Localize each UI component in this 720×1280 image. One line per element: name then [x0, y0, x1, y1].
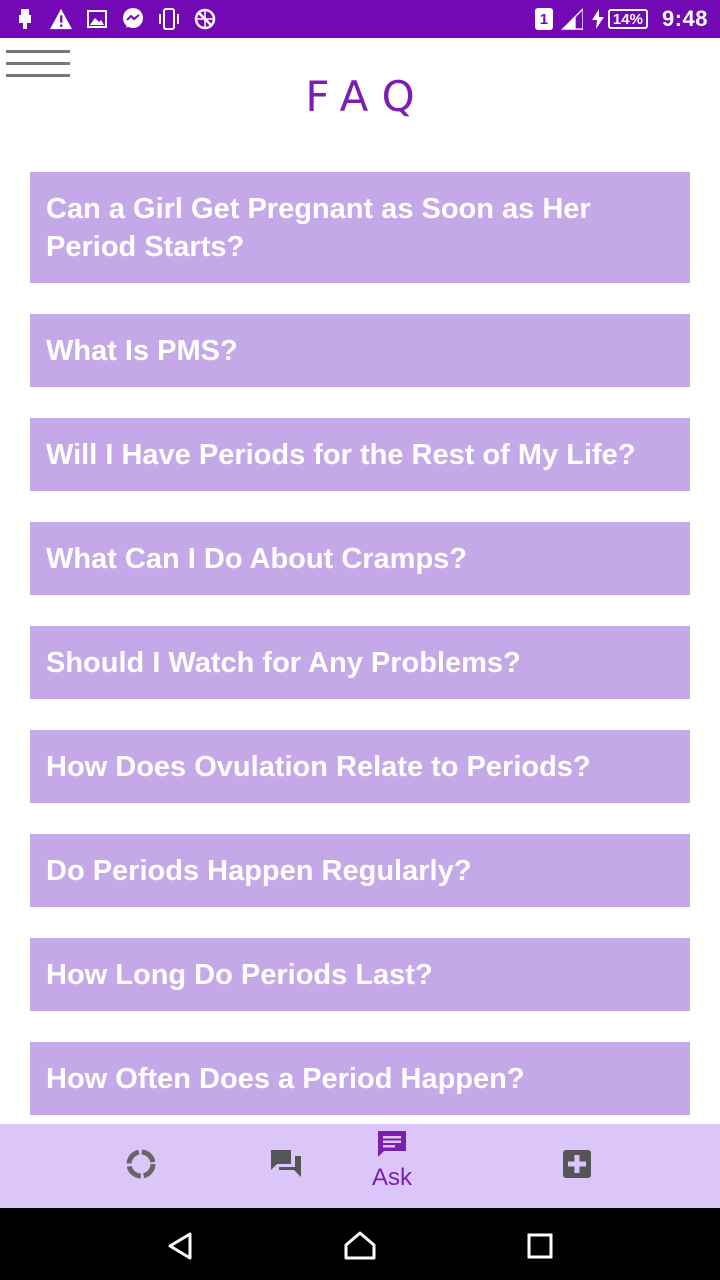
messenger-icon [122, 8, 144, 30]
tab-ask-label: Ask [371, 1163, 412, 1191]
faq-item[interactable]: How Does Ovulation Relate to Periods? [30, 730, 690, 803]
faq-item-label: How Does Ovulation Relate to Periods? [46, 750, 591, 783]
usb-icon [14, 8, 36, 30]
bottom-tab-bar: Ask [0, 1124, 720, 1208]
battery-indicator: 14% [591, 8, 648, 30]
faq-item[interactable]: What Can I Do About Cramps? [30, 522, 690, 595]
faq-item[interactable]: Do Periods Happen Regularly? [30, 834, 690, 907]
cycle-icon [124, 1147, 158, 1186]
battery-percent: 14% [607, 9, 648, 29]
warning-icon [50, 8, 72, 30]
system-nav-bar [0, 1208, 720, 1280]
faq-item-label: How Often Does a Period Happen? [46, 1062, 525, 1095]
faq-item-label: How Long Do Periods Last? [46, 958, 433, 991]
faq-item[interactable]: How Often Does a Period Happen? [30, 1042, 690, 1115]
tab-cycle[interactable] [81, 1124, 201, 1208]
charging-icon [591, 8, 605, 30]
home-icon[interactable] [340, 1226, 380, 1266]
faq-item[interactable]: Should I Watch for Any Problems? [30, 626, 690, 699]
faq-list: Can a Girl Get Pregnant as Soon as Her P… [30, 172, 690, 1146]
faq-item[interactable]: Will I Have Periods for the Rest of My L… [30, 418, 690, 491]
faq-item[interactable]: How Long Do Periods Last? [30, 938, 690, 1011]
faq-item-label: Will I Have Periods for the Rest of My L… [46, 438, 636, 471]
faq-item-label: Should I Watch for Any Problems? [46, 646, 521, 679]
phone-vibrate-icon [158, 8, 180, 30]
tab-ask[interactable]: Ask [332, 1124, 452, 1208]
ask-chat-icon [376, 1129, 408, 1164]
faq-item-label: What Is PMS? [46, 334, 238, 367]
faq-item[interactable]: What Is PMS? [30, 314, 690, 387]
image-icon [86, 8, 108, 30]
faq-item-label: What Can I Do About Cramps? [46, 542, 468, 575]
sim-badge: 1 [534, 8, 553, 30]
recents-icon[interactable] [520, 1226, 560, 1266]
app-header: FAQ [0, 38, 720, 148]
clock: 9:48 [661, 6, 708, 31]
faq-item-label: Do Periods Happen Regularly? [46, 854, 472, 887]
signal-icon [561, 8, 583, 30]
no-location-icon [194, 8, 216, 30]
back-icon[interactable] [160, 1226, 200, 1266]
faq-item-label: Can a Girl Get Pregnant as Soon as Her P… [46, 192, 591, 263]
status-bar: 1 14% 9:48 [0, 0, 720, 38]
page-title: FAQ [305, 72, 429, 121]
faq-item[interactable]: Can a Girl Get Pregnant as Soon as Her P… [30, 172, 690, 283]
forum-icon [269, 1148, 303, 1185]
tab-forum[interactable] [226, 1124, 346, 1208]
tab-medical[interactable] [517, 1124, 637, 1208]
medical-plus-icon [562, 1149, 592, 1184]
